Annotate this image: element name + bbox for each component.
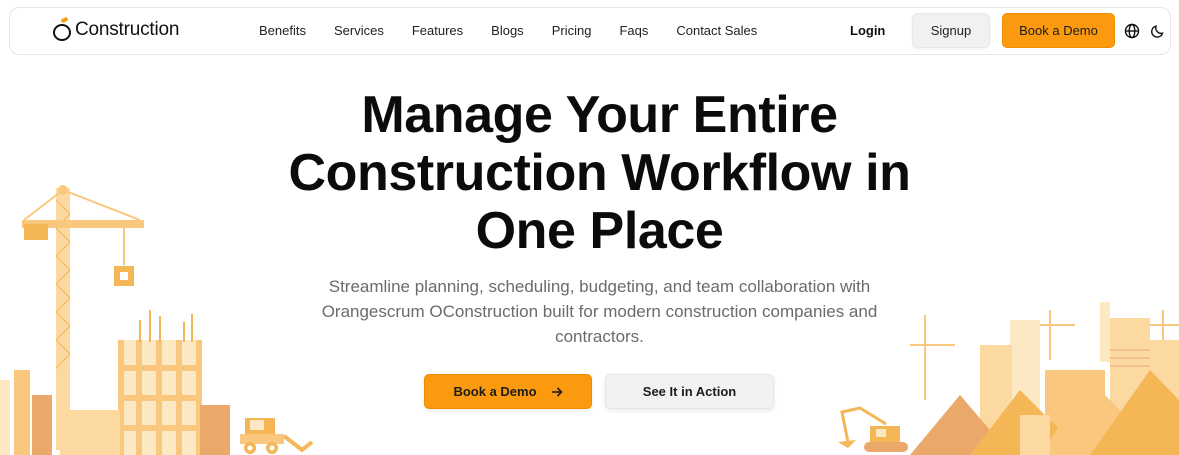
main-menu: Benefits Services Features Blogs Pricing… <box>259 23 785 38</box>
hero-title: Manage Your Entire Construction Workflow… <box>200 86 999 260</box>
book-demo-hero-label: Book a Demo <box>453 384 537 399</box>
nav-item-services[interactable]: Services <box>334 23 384 38</box>
login-link[interactable]: Login <box>850 23 885 38</box>
nav-item-benefits[interactable]: Benefits <box>259 23 306 38</box>
hero-title-line-3: One Place <box>475 202 724 260</box>
arrow-right-icon <box>551 386 563 397</box>
brand-logo[interactable]: Construction <box>52 16 180 41</box>
hero-subtitle: Streamline planning, scheduling, budgeti… <box>321 277 878 346</box>
globe-icon[interactable] <box>1124 23 1140 39</box>
signup-button[interactable]: Signup <box>912 13 990 48</box>
nav-item-faqs[interactable]: Faqs <box>619 23 648 38</box>
book-demo-nav-button[interactable]: Book a Demo <box>1002 13 1115 48</box>
nav-item-pricing[interactable]: Pricing <box>552 23 592 38</box>
hero-title-line-2: Construction Workflow in <box>288 144 911 202</box>
see-it-in-action-button[interactable]: See It in Action <box>605 374 774 409</box>
nav-item-blogs[interactable]: Blogs <box>491 23 524 38</box>
top-navbar: Construction Benefits Services Features … <box>9 7 1171 55</box>
hero-title-line-1: Manage Your Entire <box>361 86 838 144</box>
brand-name: Construction <box>75 19 180 40</box>
nav-item-features[interactable]: Features <box>412 23 463 38</box>
moon-icon[interactable] <box>1150 23 1166 39</box>
nav-item-contact-sales[interactable]: Contact Sales <box>676 23 757 38</box>
book-demo-hero-button[interactable]: Book a Demo <box>424 374 592 409</box>
logo-o-icon <box>52 16 74 41</box>
